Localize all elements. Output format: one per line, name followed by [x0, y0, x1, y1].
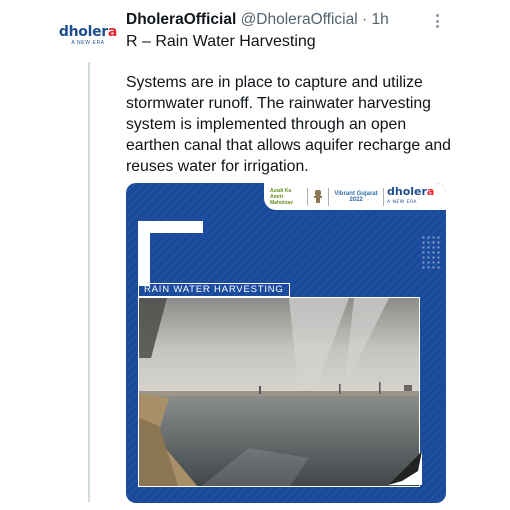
- avatar[interactable]: dholera A NEW ERA: [58, 24, 118, 58]
- tweet-time[interactable]: 1h: [371, 11, 388, 28]
- author-handle[interactable]: @DholeraOfficial: [241, 11, 358, 28]
- logo-divider: [307, 187, 308, 206]
- tweet-header: DholeraOfficial @DholeraOfficial · 1h: [126, 11, 389, 29]
- avatar-brand: dholera: [58, 24, 118, 40]
- thread-line: [88, 62, 90, 502]
- emblem-icon: [314, 189, 322, 203]
- tweet-subtitle: R – Rain Water Harvesting: [126, 33, 316, 50]
- page-curl-corner: [388, 451, 422, 485]
- tweet-media-card[interactable]: Azadi Ka Amrit Mahotsav Vibrant Gujarat …: [126, 183, 446, 503]
- azadi-logo: Azadi Ka Amrit Mahotsav: [270, 187, 294, 206]
- separator: ·: [361, 11, 368, 28]
- tweet-text: Systems are in place to capture and util…: [126, 74, 451, 175]
- author-name[interactable]: DholeraOfficial: [126, 11, 236, 28]
- avatar-tagline: A NEW ERA: [71, 40, 105, 46]
- logo-divider: [383, 187, 384, 206]
- vibrant-gujarat-logo: Vibrant Gujarat 2022: [334, 190, 378, 203]
- more-options-icon[interactable]: [430, 12, 444, 30]
- card-label: RAIN WATER HARVESTING: [138, 283, 290, 297]
- decorative-dots: [421, 235, 441, 269]
- logo-strip: Azadi Ka Amrit Mahotsav Vibrant Gujarat …: [264, 183, 446, 210]
- logo-divider: [328, 187, 329, 206]
- canal-photo: [138, 297, 420, 487]
- card-brand-logo: dholera A NEW ERA: [387, 184, 435, 205]
- decorative-bracket: [138, 221, 203, 286]
